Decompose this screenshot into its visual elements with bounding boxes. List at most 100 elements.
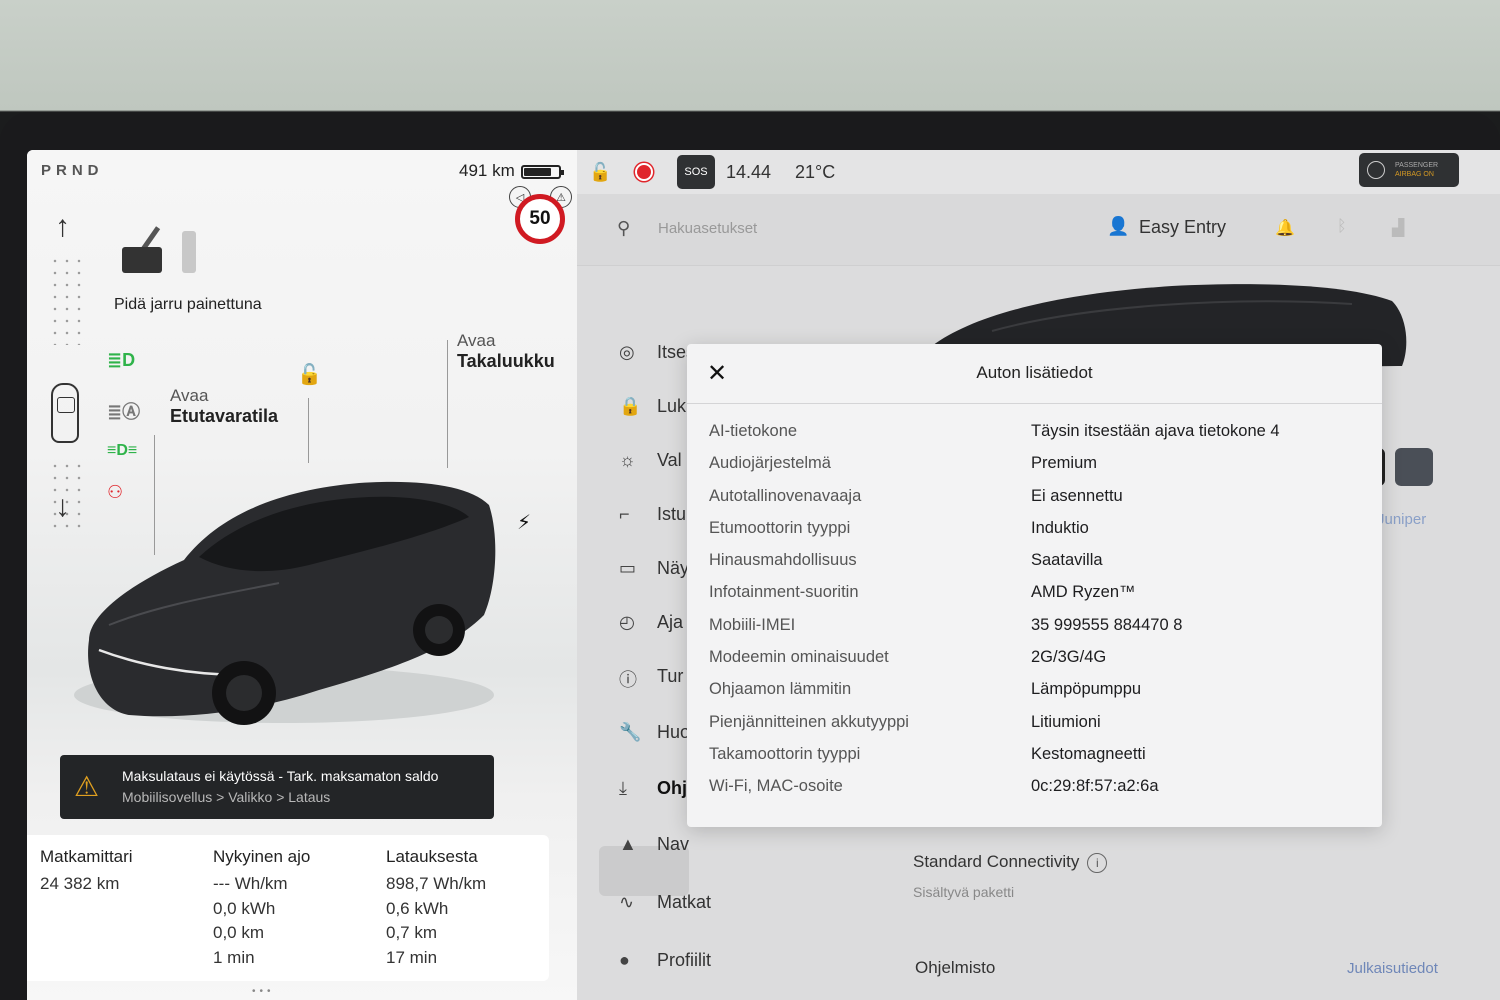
model-name: Juniper <box>1377 511 1427 528</box>
detail-value: AMD Ryzen™ <box>1031 583 1136 602</box>
detail-value: Saatavilla <box>1031 551 1103 570</box>
trip-value: 0,7 km <box>386 923 438 942</box>
trip-header: Matkamittari <box>40 847 133 866</box>
card-page-indicator[interactable]: ••• <box>252 986 275 997</box>
trunk-button[interactable]: Avaa Takaluukku <box>457 331 555 372</box>
menu-item-label: Val <box>657 450 682 470</box>
trip-column-current: Nykyinen ajo --- Wh/km 0,0 kWh 0,0 km 1 … <box>213 847 310 970</box>
car-3d-render <box>69 465 499 730</box>
detail-row: Wi-Fi, MAC-osoite 0c:29:8f:57:a2:6a <box>709 777 1349 809</box>
detail-key: Hinausmahdollisuus <box>709 551 857 570</box>
detail-row: Audiojärjestelmä Premium <box>709 454 1349 486</box>
menu-item-label: Huo <box>657 722 691 742</box>
detail-row: AI-tietokone Täysin itsestään ajava tieto… <box>709 422 1349 454</box>
trip-value: 0,0 kWh <box>213 898 276 918</box>
detail-value: 0c:29:8f:57:a2:6a <box>1031 777 1159 796</box>
detail-value: 2G/3G/4G <box>1031 648 1107 667</box>
trip-card[interactable]: Matkamittari 24 382 km Nykyinen ajo --- … <box>27 835 549 981</box>
detail-key: Ohjaamon lämmitin <box>709 680 852 699</box>
detail-value: Premium <box>1031 454 1098 473</box>
touchscreen: PRND 491 km ◁ ⚠ 50 ↑ ↓ Pidä jarru painet… <box>27 150 1500 1000</box>
menu-item-label: Aja <box>657 612 684 632</box>
detail-key: Infotainment-suoritin <box>709 583 859 602</box>
detail-value: Kestomagneetti <box>1031 744 1146 763</box>
vehicle-details-dialog: ✕ Auton lisätiedot AI-tietokone Täysin it… <box>687 344 1382 827</box>
clock: 14.44 <box>726 162 772 182</box>
arrow-down-icon[interactable]: ↓ <box>55 490 70 524</box>
search-icon[interactable]: ⚲ <box>617 218 630 239</box>
bluetooth-icon[interactable]: ᛒ <box>1337 218 1347 236</box>
detail-value: 35 999555 884470 8 <box>1031 615 1183 634</box>
release-notes-link[interactable]: Julkaisutiedot <box>1347 960 1438 977</box>
driver-profile[interactable]: Easy Entry <box>1139 217 1226 238</box>
airbag-icon <box>1367 161 1385 179</box>
trip-value: 1 min <box>213 947 255 967</box>
speed-limit-value: 50 <box>529 208 551 229</box>
airbag-label-2: AIRBAG ON <box>1395 171 1434 178</box>
detail-row: Infotainment-suoritin AMD Ryzen™ <box>709 583 1349 615</box>
search-input[interactable]: Hakuasetukset <box>658 220 757 237</box>
unlock-icon[interactable]: 🔓 <box>297 362 322 387</box>
detail-row: Takamoottorin tyyppi Kestomagneetti <box>709 745 1349 777</box>
alert-path: Mobiilisovellus > Valikko > Lataus <box>122 789 331 805</box>
warning-triangle-icon: ⚠ <box>74 771 100 802</box>
detail-row: Etumoottorin tyyppi Induktio <box>709 519 1349 551</box>
detail-key: Etumoottorin tyyppi <box>709 518 851 537</box>
sos-button[interactable]: SOS <box>677 155 715 189</box>
detail-row: Pienjännitteinen akkutyyppi Litiumioni <box>709 713 1349 745</box>
wrench-icon: 🔧 <box>619 722 642 742</box>
menu-item-label: Profiilit <box>657 950 712 970</box>
sun-icon: ☼ <box>619 450 636 470</box>
signal-icon: ▟ <box>1392 220 1405 237</box>
navigation-icon: ▲ <box>619 834 637 854</box>
charging-alert[interactable]: ⚠ Maksulataus ei käytössä - Tark. maksam… <box>60 755 494 819</box>
detail-value: Induktio <box>1031 518 1089 537</box>
detail-key: Takamoottorin tyyppi <box>709 744 861 763</box>
outside-temperature: 21°C <box>795 162 836 182</box>
dashcam-record-icon[interactable] <box>635 163 653 181</box>
menu-item-label: Näy <box>657 558 690 578</box>
details-list: AI-tietokone Täysin itsestään ajava tieto… <box>709 422 1349 810</box>
color-swatch[interactable] <box>1395 448 1433 486</box>
seat-icon: ⌐ <box>619 504 630 524</box>
arrow-up-icon[interactable]: ↑ <box>55 210 70 244</box>
info-icon[interactable]: i <box>1087 853 1108 873</box>
frunk-label-1: Avaa <box>170 386 209 405</box>
airbag-label-1: PASSENGER <box>1395 162 1439 169</box>
settings-header: ⚲ Hakuasetukset 👤 Easy Entry 🔔 ᛒ ▟ <box>577 194 1500 266</box>
trip-column-since-charge: Latauksesta 898,7 Wh/km 0,6 kWh 0,7 km 1… <box>386 847 486 970</box>
trip-value: 0,6 kWh <box>386 898 449 918</box>
notification-bell-icon[interactable]: 🔔 <box>1275 218 1295 238</box>
detail-key: Pienjännitteinen akkutyyppi <box>709 712 909 731</box>
menu-item-label: Istu <box>657 504 687 524</box>
detail-key: Audiojärjestelmä <box>709 454 831 473</box>
dialog-header: ✕ Auton lisätiedot <box>687 344 1382 404</box>
frunk-label-2: Etutavaratila <box>170 406 279 426</box>
detail-row: Modeemin ominaisuudet 2G/3G/4G <box>709 648 1349 680</box>
lock-status-icon[interactable]: 🔓 <box>589 162 611 183</box>
detail-value: Litiumioni <box>1031 712 1101 731</box>
detail-value: Lämpöpumppu <box>1031 680 1142 699</box>
gear-indicator: PRND <box>41 162 104 179</box>
detail-key: Wi-Fi, MAC-osoite <box>709 777 843 796</box>
passenger-airbag-indicator: PASSENGER AIRBAG ON <box>1359 153 1459 187</box>
parking-light-icon: ≡D≡ <box>107 442 138 459</box>
trip-value: 24 382 km <box>40 874 120 893</box>
menu-item-label: Nav <box>657 834 690 854</box>
connectivity-subtitle: Sisältyvä paketti <box>913 884 1015 900</box>
detail-row: Hinausmahdollisuus Saatavilla <box>709 551 1349 583</box>
lock-icon: 🔒 <box>619 396 642 416</box>
steering-icon: ◴ <box>619 612 635 632</box>
connectivity-label: Standard Connectivity <box>913 852 1080 871</box>
user-icon[interactable]: 👤 <box>1107 216 1129 237</box>
frunk-button[interactable]: Avaa Etutavaratila <box>170 386 278 427</box>
headlight-icon: ≣D <box>107 350 136 370</box>
trips-icon: ∿ <box>619 892 635 912</box>
car-status-panel: PRND 491 km ◁ ⚠ 50 ↑ ↓ Pidä jarru painet… <box>27 150 577 1000</box>
range-readout: 491 km <box>459 161 515 180</box>
connectivity-title[interactable]: Standard Connectivity i <box>913 852 1108 873</box>
trunk-label-1: Avaa <box>457 331 496 350</box>
charge-port-icon[interactable]: ⚡ <box>517 510 531 535</box>
display-icon: ▭ <box>619 558 637 578</box>
trunk-label-2: Takaluukku <box>457 351 555 371</box>
